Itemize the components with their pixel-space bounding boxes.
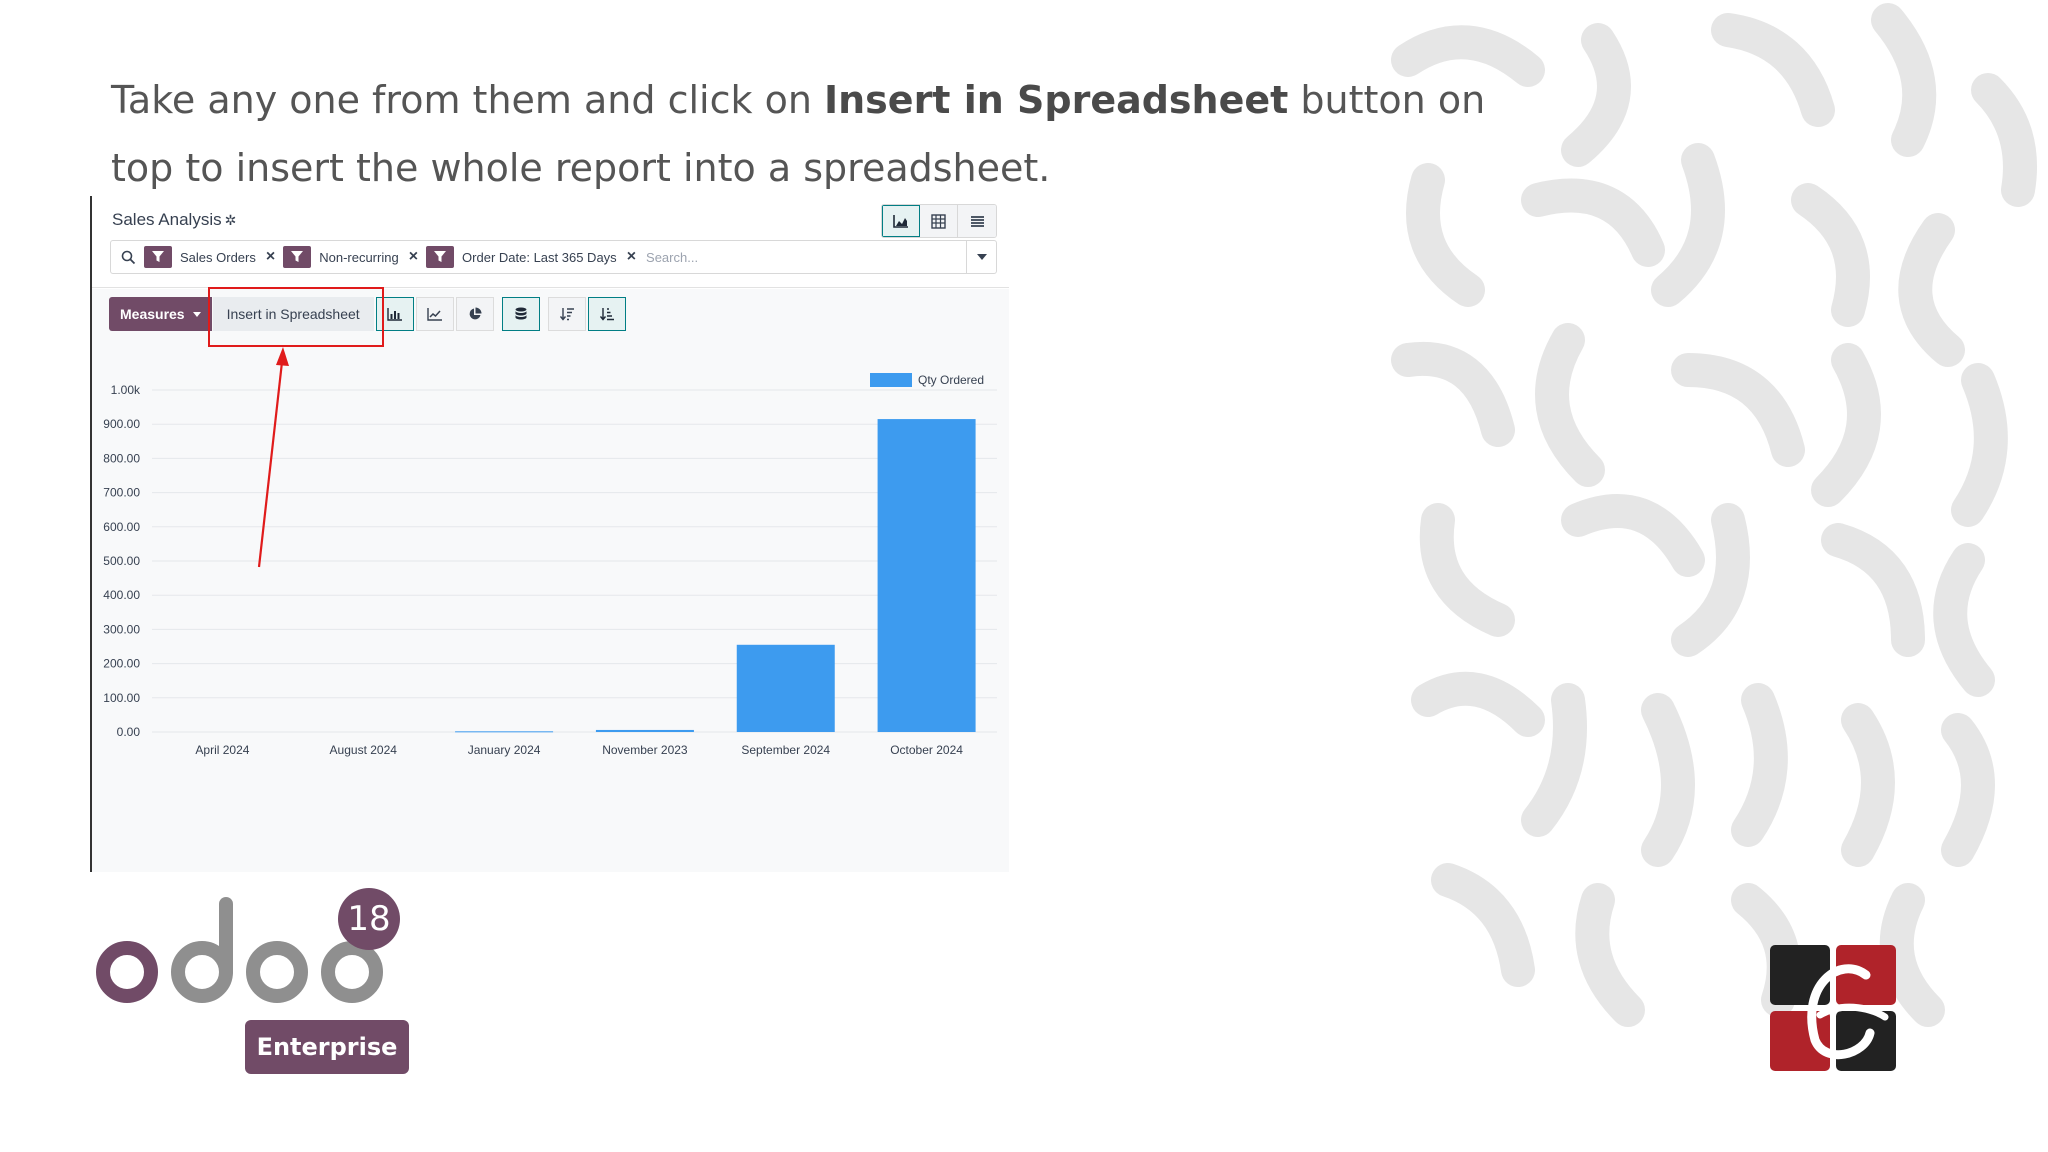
search-facet-order-date[interactable]: Order Date: Last 365 Days × xyxy=(426,246,636,268)
enterprise-badge: Enterprise xyxy=(245,1020,409,1074)
x-tick-label: January 2024 xyxy=(468,743,541,757)
version-badge: 18 xyxy=(338,888,400,950)
y-tick-label: 900.00 xyxy=(103,417,140,431)
sort-descending-icon xyxy=(559,307,574,321)
y-tick-label: 100.00 xyxy=(103,691,140,705)
line-chart-icon xyxy=(427,307,443,321)
sort-ascending-icon xyxy=(599,307,614,321)
search-options-toggle[interactable] xyxy=(966,241,996,273)
sort-descending-button[interactable] xyxy=(547,297,586,331)
caption-button-name: Insert in Spreadsheet xyxy=(823,78,1289,122)
search-input[interactable]: Search... xyxy=(646,250,966,265)
pivot-table-icon xyxy=(931,213,946,229)
instruction-caption: Take any one from them and click on Inse… xyxy=(111,66,1491,202)
x-tick-label: August 2024 xyxy=(330,743,398,757)
facet-label: Non-recurring xyxy=(319,249,399,265)
x-tick-label: April 2024 xyxy=(195,743,249,757)
y-tick-label: 600.00 xyxy=(103,520,140,534)
page-title-text: Sales Analysis xyxy=(112,210,222,229)
remove-facet-icon[interactable]: × xyxy=(627,248,636,266)
pivot-view-button[interactable] xyxy=(920,205,958,237)
bar xyxy=(455,731,554,733)
caret-down-icon xyxy=(192,311,201,317)
y-tick-label: 800.00 xyxy=(103,451,140,465)
control-panel: Sales Analysis ✲ Sales Orders × Non-recur… xyxy=(92,196,1009,288)
company-logo xyxy=(1770,945,1896,1071)
bar-chart: 0.00 100.00 200.00 300.00 400.00 500.00 600.00… xyxy=(103,373,997,757)
filter-icon xyxy=(144,246,172,268)
facet-label: Sales Orders xyxy=(180,249,256,265)
highlight-box xyxy=(208,287,384,347)
bar-chart-icon xyxy=(387,307,403,321)
view-switcher xyxy=(881,204,997,238)
area-chart-icon xyxy=(893,215,908,228)
legend-swatch xyxy=(870,373,912,387)
remove-facet-icon[interactable]: × xyxy=(266,248,275,266)
bar xyxy=(877,419,976,732)
search-facet-non-recurring[interactable]: Non-recurring × xyxy=(283,246,418,268)
filter-icon xyxy=(426,246,455,268)
page-title: Sales Analysis ✲ xyxy=(112,210,236,230)
y-tick-label: 700.00 xyxy=(103,486,140,500)
y-tick-label: 0.00 xyxy=(117,725,141,739)
x-tick-label: November 2023 xyxy=(602,743,688,757)
list-view-button[interactable] xyxy=(958,205,996,237)
pie-chart-icon xyxy=(469,307,482,320)
remove-facet-icon[interactable]: × xyxy=(409,248,418,266)
bar xyxy=(595,729,694,732)
y-tick-label: 400.00 xyxy=(103,588,140,602)
legend-label: Qty Ordered xyxy=(918,373,984,387)
search-icon xyxy=(121,250,136,264)
caption-text-start: Take any one from them and click on xyxy=(111,78,824,122)
y-tick-label: 1.00k xyxy=(111,383,141,397)
list-icon xyxy=(970,215,984,227)
database-stack-icon xyxy=(515,307,527,320)
gear-icon[interactable]: ✲ xyxy=(225,212,237,228)
filter-icon xyxy=(283,246,312,268)
y-tick-label: 500.00 xyxy=(103,554,140,568)
search-facet-sales-orders[interactable]: Sales Orders × xyxy=(144,246,275,268)
bar xyxy=(736,644,835,732)
x-tick-label: October 2024 xyxy=(890,743,963,757)
line-chart-button[interactable] xyxy=(415,297,454,331)
y-tick-label: 200.00 xyxy=(103,657,140,671)
sort-ascending-button[interactable] xyxy=(587,297,626,331)
graph-view-content: Measures Insert in Spreadsheet 0.00 100.… xyxy=(92,289,1009,872)
pie-chart-button[interactable] xyxy=(455,297,494,331)
y-tick-label: 300.00 xyxy=(103,622,140,636)
caret-down-icon xyxy=(976,254,987,260)
measures-button[interactable]: Measures xyxy=(109,297,212,331)
stacked-button[interactable] xyxy=(501,297,540,331)
facet-label: Order Date: Last 365 Days xyxy=(462,249,617,265)
x-tick-label: September 2024 xyxy=(741,743,830,757)
measures-label: Measures xyxy=(120,306,185,322)
search-bar: Sales Orders × Non-recurring × Order Dat… xyxy=(110,240,997,274)
graph-view-button[interactable] xyxy=(882,205,920,237)
